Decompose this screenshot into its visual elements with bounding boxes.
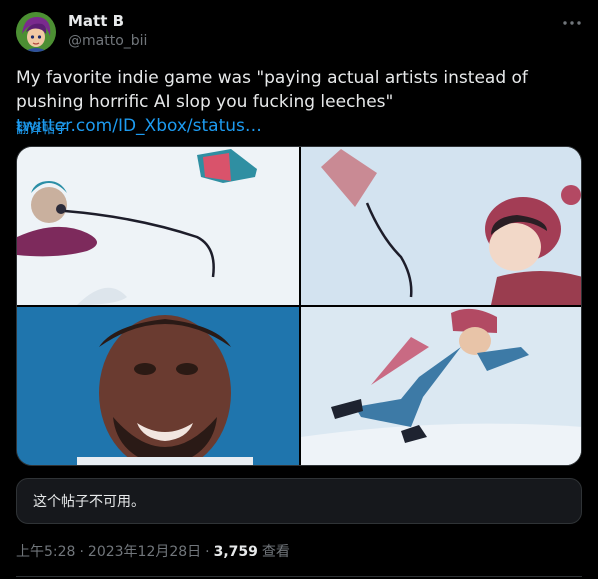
- snow-character-2-image-icon: [301, 147, 581, 305]
- quoted-post-unavailable: 这个帖子不可用。: [16, 478, 582, 524]
- tweet-meta: 上午5:28 · 2023年12月28日 · 3,759 查看: [16, 541, 290, 561]
- author-handle[interactable]: @matto_bii: [68, 33, 147, 49]
- more-dots-icon: [563, 21, 581, 25]
- meta-separator: ·: [79, 544, 84, 560]
- views-label[interactable]: 查看: [262, 541, 290, 561]
- tweet-time[interactable]: 上午5:28: [16, 541, 75, 561]
- translate-post-link[interactable]: 翻译帖子: [16, 118, 68, 137]
- tweet-body: My favorite indie game was "paying actua…: [16, 68, 528, 112]
- tweet-date[interactable]: 2023年12月28日: [88, 541, 201, 561]
- views-count[interactable]: 3,759: [214, 544, 258, 560]
- avatar[interactable]: [16, 12, 56, 52]
- snow-character-image-icon: [17, 147, 299, 305]
- media-image-4[interactable]: [301, 307, 581, 465]
- media-grid: [16, 146, 582, 466]
- media-image-3[interactable]: [17, 307, 299, 465]
- avatar-illustration-icon: [16, 12, 56, 52]
- tweet-text: My favorite indie game was "paying actua…: [16, 66, 576, 138]
- meta-separator: ·: [205, 544, 210, 560]
- more-options-button[interactable]: [560, 14, 584, 32]
- author-name[interactable]: Matt B: [68, 12, 124, 30]
- skier-falling-image-icon: [301, 307, 581, 465]
- divider: [16, 576, 582, 577]
- tweet-card: Matt B @matto_bii My favorite indie game…: [0, 0, 598, 579]
- media-image-2[interactable]: [301, 147, 581, 305]
- media-image-1[interactable]: [17, 147, 299, 305]
- smiling-man-image-icon: [17, 307, 299, 465]
